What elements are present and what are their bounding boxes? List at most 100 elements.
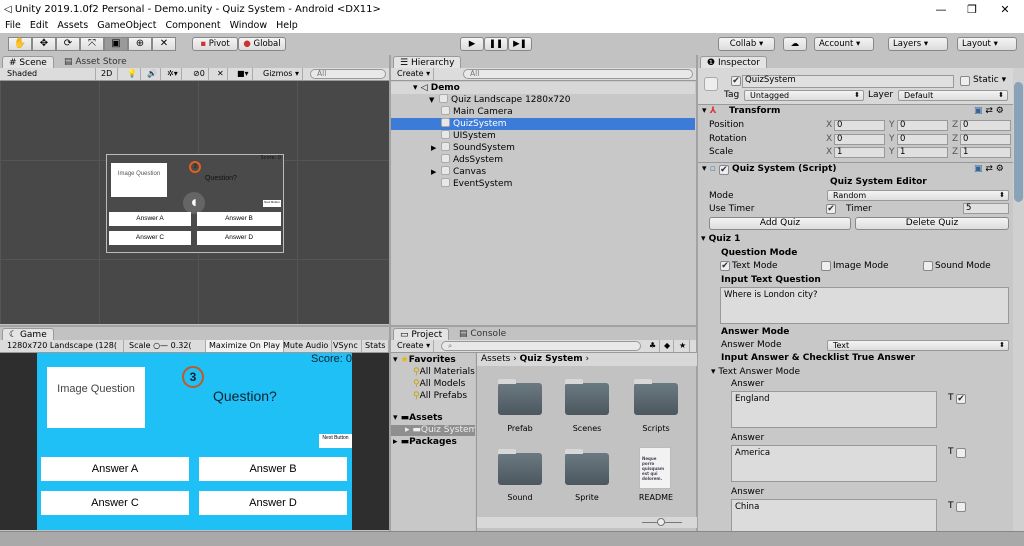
text-answer-mode-foldout[interactable]: ▾ Text Answer Mode [711,367,800,378]
active-checkbox[interactable]: ✔ [731,76,741,86]
expand-arrow-icon[interactable]: ▶ [431,142,441,154]
maximize-on-play-toggle[interactable]: Maximize On Play [206,340,285,352]
folder-scenes-icon[interactable] [565,379,609,415]
project-search-input[interactable]: ⌕ [441,341,641,351]
answer-c-button[interactable]: Answer C [41,491,189,515]
folder-prefab-label[interactable]: Prefab [485,424,555,433]
menu-window[interactable]: Window [230,20,267,33]
transform-z-input[interactable]: 0 [960,133,1011,145]
hierarchy-item[interactable]: AdsSystem [391,154,695,166]
true-answer-checkbox[interactable]: ✔ [956,394,966,404]
hierarchy-item[interactable]: EventSystem [391,178,695,190]
scale-slider[interactable]: Scale ○— 0.32( [126,340,206,352]
effects-icon[interactable]: ✲▾ [164,68,182,80]
true-answer-checkbox[interactable] [956,448,966,458]
static-checkbox[interactable] [960,76,970,86]
menu-edit[interactable]: Edit [30,20,48,33]
question-textarea[interactable]: Where is London city? [720,287,1009,324]
pause-button[interactable]: ❚❚ [484,37,508,51]
collab-button[interactable]: Collab ▾ [718,37,775,51]
fav-all-materials[interactable]: ⚲All Materials [413,367,475,378]
transform-x-input[interactable]: 0 [834,120,885,131]
quiz-1-foldout[interactable]: ▾ Quiz 1 [701,234,740,245]
hidden-objects-icon[interactable]: ⊘0 [190,68,209,80]
sound-mode-checkbox[interactable] [923,261,933,271]
favorite-star-icon[interactable]: ★ [676,340,691,352]
scale-tool-icon[interactable]: ⤧ [80,37,104,51]
breadcrumb-assets[interactable]: Assets [481,354,510,364]
inspector-scrollbar[interactable] [1013,68,1024,531]
transform-x-input[interactable]: 1 [834,147,885,158]
answer-textarea[interactable]: America [731,445,937,482]
vsync-toggle[interactable]: VSync [330,340,362,352]
image-mode-checkbox[interactable] [821,261,831,271]
scene-search-input[interactable]: All [310,69,386,79]
hierarchy-item[interactable]: ▼ Quiz Landscape 1280x720 [391,94,695,106]
layer-dropdown[interactable]: Default [898,90,1008,101]
shading-dropdown[interactable]: Shaded [4,68,96,80]
timer-input[interactable]: 5 [963,203,1009,214]
answer-textarea[interactable]: England [731,391,937,428]
text-mode-checkbox[interactable]: ✔ [720,261,730,271]
layout-dropdown[interactable]: Layout ▾ [957,37,1017,51]
project-create-button[interactable]: Create ▾ [394,340,435,352]
tag-dropdown[interactable]: Untagged [744,90,864,101]
folder-sound-icon[interactable] [498,449,542,485]
resolution-dropdown[interactable]: 1280x720 Landscape (128( [4,340,124,352]
readme-file-icon[interactable]: Neque porro quisquam est qui dolorem. [639,447,671,489]
menu-gameobject[interactable]: GameObject [97,20,156,33]
readme-label[interactable]: README [621,493,691,502]
move-tool-icon[interactable]: ✥ [32,37,56,51]
hierarchy-create-button[interactable]: Create ▾ [394,68,435,80]
transform-z-input[interactable]: 1 [960,147,1011,158]
hand-tool-icon[interactable]: ✋ [8,37,32,51]
custom-tool-icon[interactable]: ✕ [152,37,176,51]
layers-dropdown[interactable]: Layers ▾ [888,37,948,51]
audio-icon[interactable]: 🔊 [144,68,161,80]
menu-assets[interactable]: Assets [57,20,88,33]
expand-arrow-icon[interactable]: ▼ [429,94,439,106]
gizmos-dropdown[interactable]: Gizmos ▾ [260,68,304,80]
transform-z-input[interactable]: 0 [960,120,1011,131]
folder-sound-label[interactable]: Sound [485,493,555,502]
expand-arrow-icon[interactable]: ▶ [431,166,441,178]
true-answer-checkbox[interactable] [956,502,966,512]
mute-audio-toggle[interactable]: Mute Audio [280,340,333,352]
folder-prefab-icon[interactable] [498,379,542,415]
script-menu-icons[interactable]: ▣ ⇄ ⚙ [974,164,1004,175]
component-menu-icons[interactable]: ▣ ⇄ ⚙ [974,106,1004,117]
quiz-system-folder-item[interactable]: ▸ ▬Quiz System [391,425,475,436]
next-button[interactable]: Next Button [319,434,352,448]
maximize-button[interactable]: ❐ [955,0,989,20]
stats-toggle[interactable]: Stats [362,340,390,352]
filter-label-icon[interactable]: ◆ [661,340,675,352]
answer-textarea[interactable]: China [731,499,937,531]
transform-y-input[interactable]: 0 [897,120,948,131]
transform-y-input[interactable]: 1 [897,147,948,158]
scene-root-demo[interactable]: ▾ ◁ Demo [391,82,695,94]
hierarchy-item[interactable]: ▶ SoundSystem [391,142,695,154]
menu-help[interactable]: Help [276,20,298,33]
pivot-button[interactable]: ▪ Pivot [192,37,238,51]
tools-icon[interactable]: ✕ [214,68,228,80]
camera-icon[interactable]: ■▾ [234,68,253,80]
fav-all-models[interactable]: ⚲All Models [413,379,465,390]
close-button[interactable]: ✕ [988,0,1022,20]
transform-tool-icon[interactable]: ⊕ [128,37,152,51]
hierarchy-search-input[interactable]: All [463,69,693,79]
hierarchy-item[interactable]: UISystem [391,130,695,142]
hierarchy-item[interactable]: Main Camera [391,106,695,118]
lighting-icon[interactable]: 💡 [124,68,141,80]
folder-sprite-icon[interactable] [565,449,609,485]
answer-d-button[interactable]: Answer D [199,491,347,515]
scrollbar-thumb[interactable] [1014,82,1023,202]
global-button[interactable]: ● Global [238,37,286,51]
filter-type-icon[interactable]: ♣ [646,340,661,352]
fav-all-prefabs[interactable]: ⚲All Prefabs [413,391,467,402]
menu-component[interactable]: Component [165,20,220,33]
answer-a-button[interactable]: Answer A [41,457,189,481]
account-dropdown[interactable]: Account ▾ [814,37,874,51]
folder-scripts-icon[interactable] [634,379,678,415]
static-label[interactable]: Static ▾ [973,75,1006,86]
transform-x-input[interactable]: 0 [834,133,885,145]
